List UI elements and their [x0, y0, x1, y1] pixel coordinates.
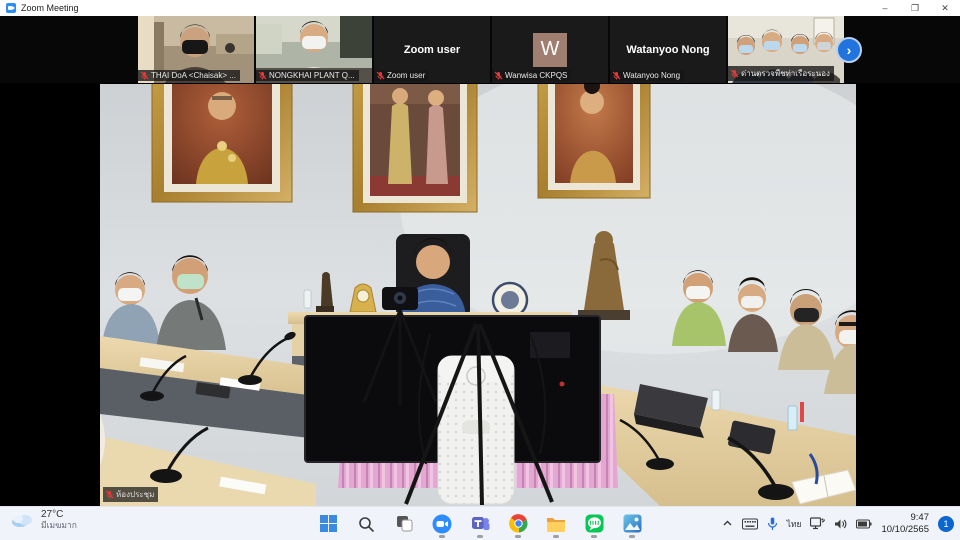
participant-name-tag: Zoom user: [374, 70, 430, 81]
participant-name-tag: ด่านตรวจพืชท่าเรือระนอง: [728, 66, 834, 81]
taskbar-line-app[interactable]: [581, 509, 607, 539]
weather-temp: 27°C: [41, 509, 64, 520]
minimize-button[interactable]: –: [870, 0, 900, 16]
taskbar-photos-app[interactable]: [619, 509, 645, 539]
task-view-icon: [396, 516, 412, 532]
close-button[interactable]: ✕: [930, 0, 960, 16]
clock-time: 9:47: [910, 511, 930, 523]
taskbar-chrome-app[interactable]: [505, 509, 531, 539]
microphone-tray-icon[interactable]: [767, 517, 778, 531]
chrome-icon: [508, 514, 528, 533]
zoom-icon: [432, 514, 452, 533]
participant-thumb-nongkhai[interactable]: NONGKHAI PLANT Q...: [256, 16, 372, 83]
doa-emblem: [491, 281, 529, 319]
sanitizer-bottle: [711, 389, 721, 411]
royal-portrait-left: [151, 84, 293, 203]
participant-filmstrip: THAI DoA <Chaisak> ... NONGKHAI PLANT Q.…: [0, 16, 960, 83]
search-button[interactable]: [353, 509, 379, 539]
meeting-room-scene: [100, 84, 856, 506]
participant-name-tag: Watanyoo Nong: [610, 70, 685, 81]
participant-name-tag: NONGKHAI PLANT Q...: [256, 70, 359, 81]
participant-thumb-wanwisa[interactable]: W Wanwisa CKPQS: [492, 16, 608, 83]
window-controls: – ❐ ✕: [870, 0, 960, 16]
taskbar-app-icons: [315, 507, 645, 540]
main-speaker-video[interactable]: ห้องประชุม: [100, 84, 856, 506]
clock-date: 10/10/2565: [881, 523, 929, 535]
participant-thumb-ranong[interactable]: ด่านตรวจพืชท่าเรือระนอง: [728, 16, 844, 83]
folder-icon: [547, 517, 565, 532]
network-icon[interactable]: [810, 517, 826, 530]
participant-name-tag: Wanwisa CKPQS: [492, 70, 572, 81]
muted-mic-icon: [494, 71, 503, 80]
weather-widget[interactable]: 27°C มีเมฆมาก: [10, 509, 77, 530]
teams-icon: [471, 517, 489, 530]
royal-portrait-center: [352, 84, 478, 213]
muted-mic-icon: [730, 69, 739, 78]
muted-mic-icon: [105, 490, 114, 499]
cloud-icon: [12, 514, 32, 527]
hidden-icons-chevron[interactable]: [722, 518, 733, 529]
task-view-button[interactable]: [391, 509, 417, 539]
windows-logo-icon: [319, 515, 337, 532]
system-tray: ไทย 9:47 10/10/2565 1: [722, 507, 954, 540]
title-bar: Zoom Meeting – ❐ ✕: [0, 0, 960, 16]
search-icon: [359, 516, 374, 532]
zoom-meeting-window: Zoom Meeting – ❐ ✕ THAI DoA <Chaisak> ..…: [0, 0, 960, 540]
participant-thumb-watanyoo[interactable]: Watanyoo Nong Watanyoo Nong: [610, 16, 726, 83]
pen: [800, 402, 804, 422]
zoom-app-icon: [6, 3, 16, 13]
sanitizer-bottle: [303, 289, 312, 309]
taskbar-teams-app[interactable]: [467, 509, 493, 539]
muted-mic-icon: [612, 71, 621, 80]
language-indicator[interactable]: ไทย: [787, 517, 802, 531]
weather-condition: มีเมฆมาก: [41, 519, 77, 530]
foreground-center: [304, 287, 618, 506]
chevron-right-icon: ›: [846, 42, 852, 58]
volume-icon[interactable]: [834, 518, 847, 530]
participant-thumb-thai-doa[interactable]: THAI DoA <Chaisak> ...: [138, 16, 254, 83]
touch-keyboard-icon[interactable]: [741, 518, 758, 530]
royal-portrait-right: [537, 84, 651, 199]
notification-badge[interactable]: 1: [938, 515, 954, 532]
windows-taskbar: 27°C มีเมฆมาก ไทย 9:47 10/10/2565 1: [0, 506, 960, 540]
participant-name-tag: THAI DoA <Chaisak> ...: [138, 70, 240, 81]
taskbar-clock[interactable]: 9:47 10/10/2565: [881, 512, 929, 536]
line-icon: [585, 514, 603, 533]
participant-thumb-zoom-user[interactable]: Zoom user Zoom user: [374, 16, 490, 83]
muted-mic-icon: [258, 71, 267, 80]
taskbar-file-explorer[interactable]: [543, 509, 569, 539]
battery-icon[interactable]: [856, 518, 872, 529]
next-participants-button[interactable]: ›: [836, 37, 862, 63]
muted-mic-icon: [376, 71, 385, 80]
taskbar-zoom-app[interactable]: [429, 509, 455, 539]
main-speaker-name-tag: ห้องประชุม: [103, 487, 159, 502]
participant-avatar: W: [533, 32, 567, 67]
photos-icon: [623, 514, 641, 533]
window-title: Zoom Meeting: [21, 3, 79, 13]
chairman-head: [416, 245, 450, 279]
start-button[interactable]: [315, 509, 341, 539]
sanitizer-bottle: [787, 405, 798, 431]
maximize-button[interactable]: ❐: [900, 0, 930, 16]
muted-mic-icon: [140, 71, 149, 80]
